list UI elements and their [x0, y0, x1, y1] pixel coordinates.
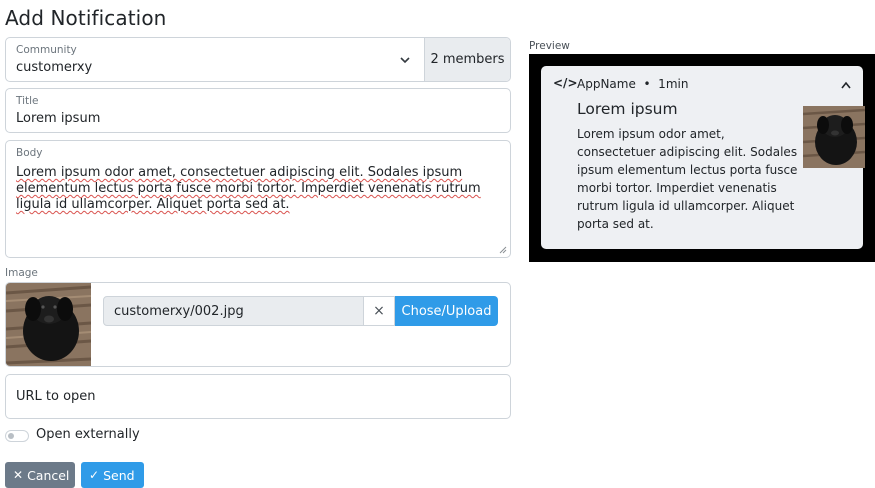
page-title: Add Notification [5, 6, 167, 30]
close-icon: ✕ [13, 468, 24, 482]
preview-label: Preview [529, 40, 570, 52]
title-value: Lorem ipsum [16, 111, 101, 126]
notification-card: </> AppName • 1min Lorem ipsum Lorem ips… [541, 66, 865, 249]
notification-title: Lorem ipsum [577, 100, 678, 118]
cancel-label: Cancel [27, 467, 70, 483]
open-externally-label: Open externally [36, 427, 140, 442]
community-value: customerxy [16, 60, 93, 75]
resize-handle-icon[interactable] [499, 246, 507, 254]
toggle-knob [8, 433, 14, 439]
upload-button[interactable]: Chose/Upload [395, 296, 498, 326]
check-icon: ✓ [89, 468, 100, 482]
clear-image-button[interactable]: × [364, 296, 395, 326]
members-count: 2 members [424, 38, 510, 81]
notification-body: Lorem ipsum odor amet, consectetuer adip… [577, 127, 798, 231]
body-value: Lorem ipsum odor amet, consectetuer adip… [16, 165, 481, 212]
body-field[interactable]: Body Lorem ipsum odor amet, consectetuer… [5, 140, 511, 258]
body-label: Body [16, 147, 43, 159]
chevron-up-icon[interactable] [841, 81, 851, 89]
code-icon: </> [553, 76, 578, 90]
community-select-group: Community customerxy 2 members [5, 37, 511, 82]
url-input[interactable]: URL to open [5, 374, 511, 419]
image-card: customerxy/002.jpg × Chose/Upload [5, 282, 511, 367]
community-label: Community [16, 44, 77, 56]
chevron-down-icon[interactable] [399, 54, 411, 66]
image-file-input[interactable]: customerxy/002.jpg [103, 296, 364, 326]
open-externally-toggle[interactable] [5, 430, 29, 442]
cancel-button[interactable]: ✕ Cancel [5, 462, 75, 488]
title-field[interactable]: Title Lorem ipsum [5, 88, 511, 133]
title-label: Title [16, 95, 39, 107]
image-thumbnail [6, 283, 91, 366]
notification-app-meta: AppName • 1min [577, 77, 689, 91]
send-label: Send [103, 467, 135, 483]
send-button[interactable]: ✓ Send [81, 462, 144, 488]
image-label: Image [5, 267, 38, 279]
preview-panel: </> AppName • 1min Lorem ipsum Lorem ips… [529, 54, 875, 262]
image-file-group: customerxy/002.jpg × Chose/Upload [103, 296, 498, 326]
community-select[interactable]: Community customerxy [6, 38, 424, 81]
notification-image [803, 106, 865, 168]
